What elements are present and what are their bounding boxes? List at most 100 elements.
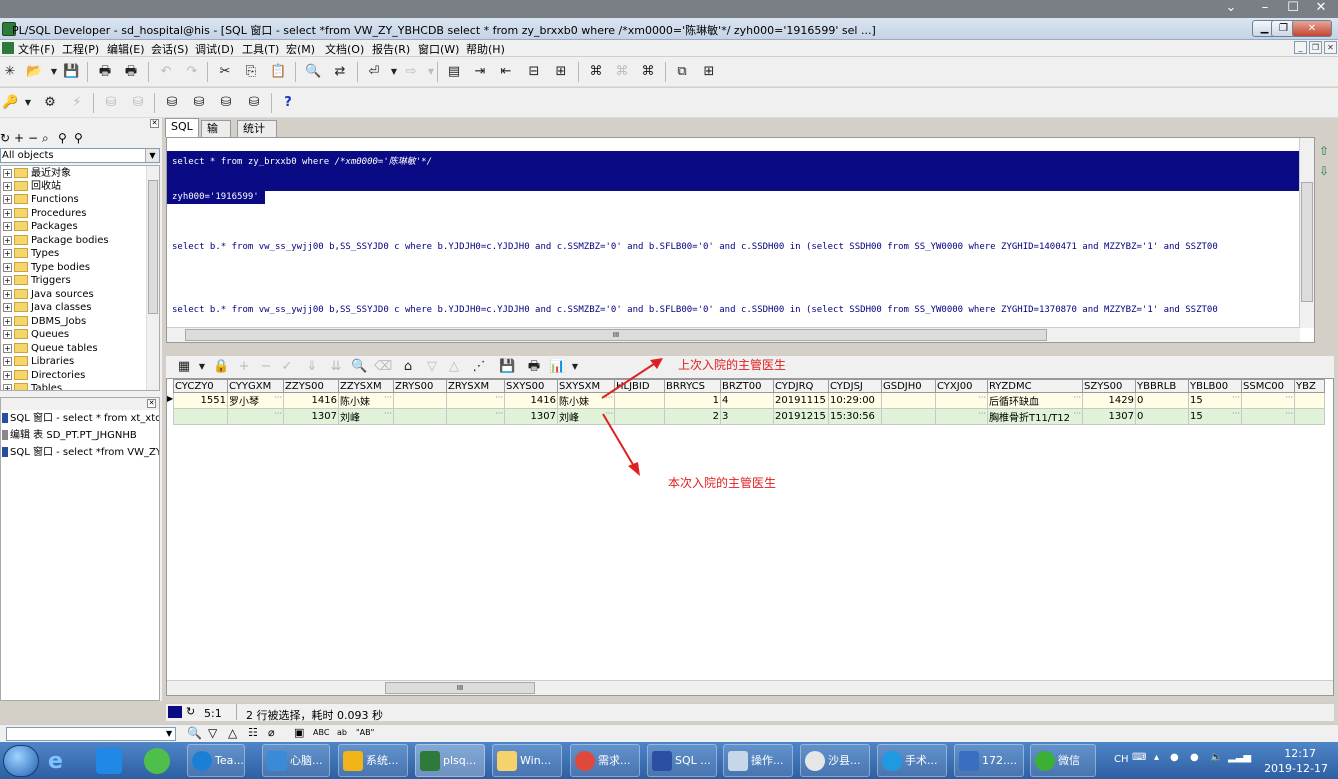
column-header[interactable]: CYCZY0 bbox=[173, 379, 228, 393]
taskbar-button-remote[interactable]: 172.... bbox=[954, 744, 1024, 777]
find-previous-icon[interactable]: △ bbox=[228, 726, 237, 740]
table-cell[interactable]: ··· bbox=[1241, 408, 1295, 425]
mdi-doc-icon[interactable] bbox=[2, 42, 14, 54]
case-sensitive-button[interactable]: ABC bbox=[313, 728, 329, 737]
editor-scrollbar-thumb[interactable] bbox=[1301, 182, 1313, 302]
find-history-chevron-icon[interactable]: ▼ bbox=[166, 729, 172, 738]
column-header[interactable]: ZZYSXM bbox=[338, 379, 394, 393]
table-cell[interactable]: ··· bbox=[446, 392, 505, 409]
template-icon[interactable]: ⌘ bbox=[614, 64, 630, 80]
break-icon[interactable]: ⚡ bbox=[69, 95, 85, 111]
clock-time[interactable]: 12:17 bbox=[1284, 747, 1316, 760]
keyboard-icon[interactable]: ⌨ bbox=[1132, 752, 1146, 763]
tree-item-packages[interactable]: + Packages bbox=[1, 220, 78, 233]
taskbar-button-explorer[interactable]: Win... bbox=[492, 744, 562, 777]
tree-item-types[interactable]: + Types bbox=[1, 247, 59, 260]
ellipsis-icon[interactable]: ··· bbox=[384, 394, 392, 403]
table-cell[interactable]: 15 ··· bbox=[1188, 408, 1242, 425]
column-header[interactable]: ZRYS00 bbox=[393, 379, 447, 393]
find-input[interactable] bbox=[6, 727, 176, 741]
column-header[interactable]: YBZ bbox=[1294, 379, 1325, 393]
fetch-last-icon[interactable]: ⇊ bbox=[328, 359, 344, 375]
filter-icon[interactable]: ⚲ bbox=[58, 131, 67, 145]
table-cell[interactable]: ··· bbox=[1241, 392, 1295, 409]
tree-scrollbar-thumb[interactable] bbox=[148, 180, 158, 314]
find-icon[interactable]: 🔍 bbox=[305, 64, 321, 80]
close-button[interactable]: ✕ bbox=[1292, 20, 1332, 37]
print-preview-icon[interactable]: 🖶 bbox=[123, 64, 139, 80]
table-cell[interactable] bbox=[393, 392, 447, 409]
delete-record-icon[interactable]: − bbox=[258, 359, 274, 375]
volume-icon[interactable]: 🔈 bbox=[1210, 752, 1222, 763]
taskbar-button-surgery[interactable]: 手术... bbox=[877, 744, 947, 777]
ellipsis-icon[interactable]: ··· bbox=[605, 394, 613, 403]
table-cell[interactable]: 后循环缺血 ··· bbox=[987, 392, 1083, 409]
ellipsis-icon[interactable]: ··· bbox=[1285, 410, 1293, 419]
window-list-close-icon[interactable]: ✕ bbox=[147, 399, 156, 408]
column-header[interactable]: ZZYS00 bbox=[283, 379, 339, 393]
window-list-item[interactable]: 编辑 表 SD_PT.PT_JHGNHB bbox=[1, 427, 159, 444]
table-cell[interactable] bbox=[614, 408, 665, 425]
arrow-down-icon[interactable]: ⇩ bbox=[1319, 164, 1329, 178]
grid-horizontal-scrollbar[interactable]: III bbox=[167, 680, 1333, 695]
editor-hscroll-thumb[interactable]: III bbox=[185, 329, 1047, 341]
editor-horizontal-scrollbar[interactable]: III bbox=[167, 327, 1300, 342]
tab-statistics[interactable]: 统计表 bbox=[237, 120, 277, 151]
grid-dropdown-icon[interactable]: ▼ bbox=[194, 359, 210, 375]
find-object-icon[interactable]: ⌕ bbox=[42, 131, 49, 146]
table-cell[interactable]: 20191215 bbox=[773, 408, 829, 425]
table-cell[interactable]: 刘峰 ··· bbox=[557, 408, 615, 425]
whole-word-button[interactable]: "AB" bbox=[356, 728, 374, 737]
table-cell[interactable]: 15 ··· bbox=[1188, 392, 1242, 409]
table-cell[interactable]: 3 bbox=[720, 408, 774, 425]
ellipsis-icon[interactable]: ··· bbox=[495, 410, 503, 419]
remove-icon[interactable]: − bbox=[28, 131, 38, 145]
tree-item-recycle[interactable]: + 回收站 bbox=[1, 180, 61, 193]
describe-icon[interactable]: ▤ bbox=[446, 64, 462, 80]
table-cell[interactable] bbox=[1294, 408, 1325, 425]
ellipsis-icon[interactable]: ··· bbox=[1073, 410, 1081, 419]
uncomment-icon[interactable]: ⊞ bbox=[553, 64, 569, 80]
highlight-icon[interactable]: ☷ bbox=[248, 726, 258, 739]
taskbar-button-system[interactable]: 系统... bbox=[338, 744, 408, 777]
tree-item-libraries[interactable]: + Libraries bbox=[1, 355, 74, 368]
session-icon[interactable]: ⚙ bbox=[42, 95, 58, 111]
refresh-icon[interactable]: ↻ bbox=[0, 131, 10, 145]
sql-editor[interactable]: select * from zy_brxxb0 where /*xm0000='… bbox=[166, 137, 1315, 343]
folder-icon[interactable]: ⚲ bbox=[74, 131, 83, 145]
tab-sql[interactable]: SQL bbox=[165, 118, 199, 137]
column-header[interactable]: ZRYSXM bbox=[446, 379, 505, 393]
network-app-icon[interactable]: ● bbox=[1170, 752, 1179, 763]
tree-item-recent[interactable]: + 最近对象 bbox=[1, 167, 71, 180]
grid-hscroll-thumb[interactable]: III bbox=[385, 682, 535, 694]
table-cell[interactable]: 1551 bbox=[173, 392, 228, 409]
execute-icon[interactable]: ⏎ bbox=[366, 64, 382, 80]
table-row[interactable]: 1551 罗小琴 ··· 1416 陈小妹 ··· ··· 1416 陈小妹 ··· … bbox=[173, 392, 1325, 409]
table-cell[interactable]: 15:30:56 bbox=[828, 408, 882, 425]
query-by-example-icon[interactable]: ⌂ bbox=[400, 359, 416, 375]
column-header[interactable]: SZYS00 bbox=[1082, 379, 1136, 393]
comment-icon[interactable]: ⊟ bbox=[526, 64, 542, 80]
table-cell[interactable]: 1416 bbox=[504, 392, 558, 409]
table-cell[interactable]: 10:29:00 bbox=[828, 392, 882, 409]
clear-highlight-icon[interactable]: ⌀ bbox=[268, 726, 275, 739]
tree-item-java-classes[interactable]: + Java classes bbox=[1, 301, 92, 314]
tree-scrollbar[interactable] bbox=[146, 166, 159, 390]
green-app-icon[interactable] bbox=[144, 748, 170, 774]
table-cell[interactable]: 1429 bbox=[1082, 392, 1136, 409]
menu-document[interactable]: 文档(O) bbox=[325, 41, 364, 57]
fetch-next-icon[interactable]: ⇓ bbox=[304, 359, 320, 375]
column-header[interactable]: CYXJ00 bbox=[935, 379, 988, 393]
taskbar-button-teamviewer[interactable]: Tea... bbox=[187, 744, 245, 777]
menu-help[interactable]: 帮助(H) bbox=[466, 41, 505, 57]
ime-indicator[interactable]: CH bbox=[1114, 754, 1129, 765]
arrow-up-icon[interactable]: ⇧ bbox=[1319, 144, 1329, 158]
table-cell[interactable]: 1307 bbox=[504, 408, 558, 425]
table-cell[interactable] bbox=[881, 408, 936, 425]
menu-macro[interactable]: 宏(M) bbox=[286, 41, 315, 57]
table-cell[interactable]: ··· bbox=[227, 408, 284, 425]
step-icon[interactable]: ⇨ bbox=[403, 64, 419, 80]
copy-icon[interactable]: ⎘ bbox=[243, 64, 259, 80]
macro-icon[interactable]: ⌘ bbox=[640, 64, 656, 80]
table-row[interactable]: ··· 1307 刘峰 ··· ··· 1307 刘峰 ··· 2 3 201912… bbox=[173, 408, 1325, 425]
